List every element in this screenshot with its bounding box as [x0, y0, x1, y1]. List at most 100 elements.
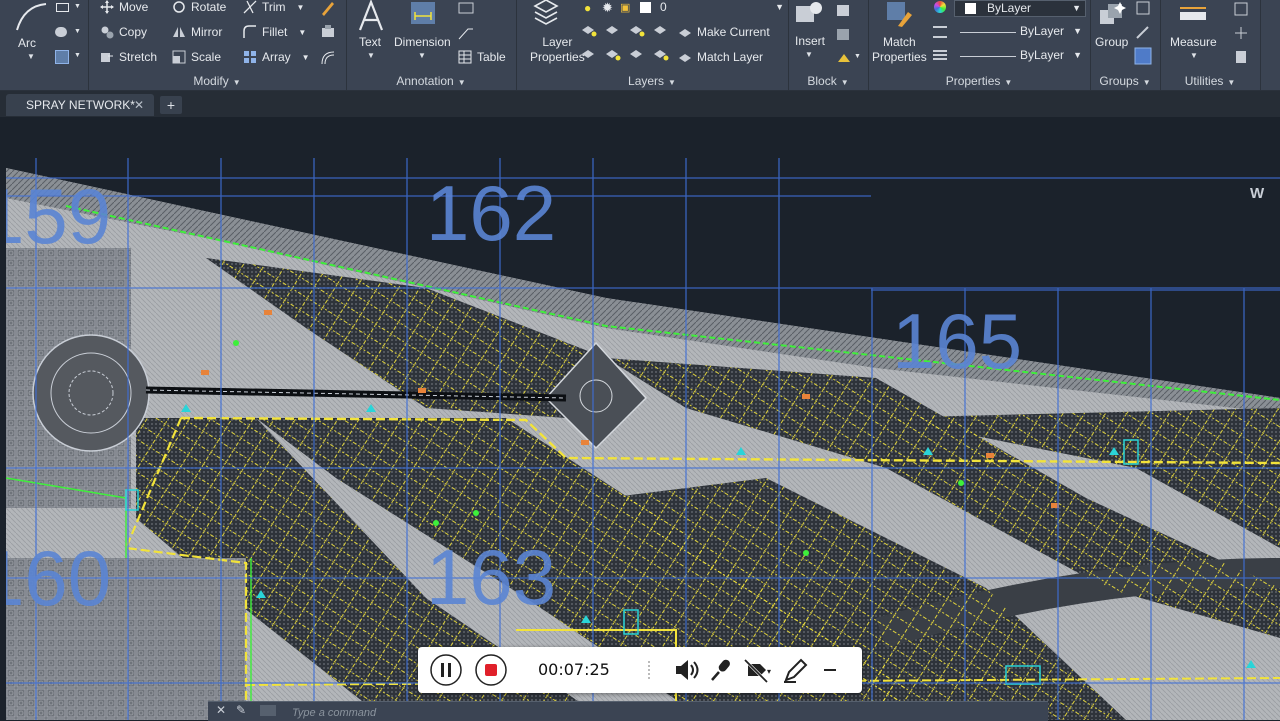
measure-button[interactable]: Measure — [1170, 35, 1217, 50]
calculator-icon[interactable] — [1234, 50, 1248, 64]
groups-panel-title[interactable]: Groups ▼ — [1090, 74, 1160, 88]
leader-icon[interactable] — [458, 2, 474, 16]
hatch-icon[interactable] — [55, 27, 67, 37]
offset-icon[interactable] — [320, 50, 336, 66]
make-current-button[interactable]: Make Current — [678, 25, 770, 39]
ungroup-icon[interactable] — [1136, 1, 1150, 15]
multileader-icon[interactable] — [458, 26, 474, 40]
move-icon — [100, 0, 114, 14]
minimize-icon[interactable] — [814, 654, 846, 686]
trim-button[interactable]: Trim ▼ — [243, 0, 304, 14]
lineweight-dropdown[interactable]: ByLayer ▼ — [954, 48, 1086, 65]
wrench-icon[interactable]: ✎ — [236, 703, 246, 717]
annotation-panel-title[interactable]: Annotation ▼ — [346, 74, 516, 88]
text-icon[interactable] — [357, 0, 385, 32]
cad-drawing[interactable]: 159 162 165 160 163 W — [6, 118, 1280, 720]
recording-timer: 00:07:25 — [538, 660, 610, 679]
chevron-down-icon[interactable]: ▼ — [1190, 51, 1198, 60]
viewcube-west[interactable]: W — [1250, 185, 1265, 202]
modify-panel-title[interactable]: Modify ▼ — [88, 74, 346, 88]
edit-block-icon[interactable] — [836, 26, 852, 42]
speaker-icon[interactable] — [670, 654, 702, 686]
lineweight-icon[interactable] — [933, 50, 947, 62]
erase-icon[interactable] — [320, 0, 336, 16]
group-icon[interactable] — [1098, 0, 1128, 30]
stretch-button[interactable]: Stretch — [100, 50, 157, 64]
command-line[interactable]: ✕ ✎ — [208, 701, 1048, 721]
annotation-panel: Text ▼ Dimension ▼ Table Annotation ▼ — [346, 0, 517, 90]
insert-button[interactable]: Insert — [795, 34, 825, 49]
fillet-button[interactable]: Fillet ▼ — [243, 25, 306, 39]
chevron-down-icon[interactable]: ▼ — [805, 50, 813, 59]
pen-icon[interactable] — [780, 654, 812, 686]
close-icon[interactable]: ✕ — [134, 94, 144, 116]
table-button[interactable]: Table — [458, 50, 506, 64]
new-tab-button[interactable]: + — [160, 96, 182, 114]
match-properties-button[interactable]: Match Properties — [872, 35, 927, 65]
copy-button[interactable]: Copy — [100, 25, 147, 39]
chevron-down-icon: ▼ — [1072, 3, 1081, 13]
group-edit-icon[interactable] — [1136, 25, 1150, 39]
chevron-down-icon: ▼ — [1073, 26, 1082, 36]
arc-button[interactable]: Arc — [18, 36, 36, 51]
grid-label-162: 162 — [426, 169, 556, 257]
point-icon[interactable] — [1234, 26, 1248, 40]
clipboard-panel-edge[interactable] — [1260, 0, 1280, 90]
rotate-icon — [173, 1, 185, 13]
color-wheel-icon[interactable] — [934, 1, 946, 13]
pause-button[interactable] — [430, 654, 462, 686]
mirror-button[interactable]: Mirror — [172, 25, 222, 39]
layer-dropdown[interactable]: 0 ▼ — [578, 0, 788, 17]
ribbon: Arc ▼ ▼ ▼ ▼ Move Rotate Trim ▼ Copy Mirro… — [0, 0, 1280, 91]
region-icon[interactable] — [55, 50, 69, 64]
dimension-button[interactable]: Dimension — [394, 35, 451, 50]
group-selection-icon[interactable] — [1134, 47, 1152, 65]
create-block-icon[interactable] — [836, 2, 852, 18]
dimension-icon[interactable] — [409, 0, 437, 28]
attribute-icon[interactable] — [836, 50, 852, 66]
tab-spray-network[interactable]: SPRAY NETWORK* ✕ — [6, 94, 154, 116]
quick-select-icon[interactable] — [1234, 2, 1248, 16]
linetype-dropdown[interactable]: ByLayer ▼ — [954, 24, 1086, 41]
properties-panel-title[interactable]: Properties ▼ — [868, 74, 1090, 88]
explode-icon[interactable] — [320, 24, 336, 40]
stop-button[interactable] — [475, 654, 507, 686]
chevron-down-icon[interactable]: ▼ — [418, 51, 426, 60]
utilities-panel-title[interactable]: Utilities ▼ — [1160, 74, 1260, 88]
measure-icon[interactable] — [1178, 2, 1208, 28]
group-button[interactable]: Group — [1095, 35, 1128, 50]
block-panel-title[interactable]: Block ▼ — [788, 74, 868, 88]
trim-icon — [243, 0, 257, 14]
microphone-icon[interactable] — [704, 654, 736, 686]
table-icon — [458, 50, 472, 64]
linetype-icon[interactable] — [933, 26, 947, 38]
match-properties-icon[interactable] — [884, 0, 914, 28]
webcam-off-icon[interactable]: ▾ — [740, 654, 772, 686]
chevron-down-icon[interactable]: ▼ — [27, 52, 35, 61]
drawing-canvas[interactable]: 159 162 165 160 163 W — [6, 118, 1280, 720]
insert-icon[interactable] — [794, 0, 824, 28]
layer-properties-button[interactable]: Layer Properties — [530, 35, 585, 65]
rotate-button[interactable]: Rotate — [172, 0, 226, 14]
command-input[interactable] — [290, 704, 894, 721]
command-prompt-icon[interactable] — [260, 705, 276, 716]
array-button[interactable]: Array ▼ — [243, 50, 310, 64]
layer-tools-icons[interactable] — [580, 24, 680, 66]
move-button[interactable]: Move — [100, 0, 148, 14]
match-layer-button[interactable]: Match Layer — [678, 50, 763, 64]
modify-panel: Move Rotate Trim ▼ Copy Mirror Fillet ▼ St… — [88, 0, 347, 90]
chevron-down-icon[interactable]: ▼ — [367, 51, 375, 60]
lineweight-sample — [960, 56, 1016, 57]
scale-button[interactable]: Scale — [172, 50, 221, 64]
make-current-icon — [679, 29, 691, 37]
grid-label-163: 163 — [426, 533, 556, 621]
grid-label-165: 165 — [892, 297, 1022, 385]
close-icon[interactable]: ✕ — [216, 703, 226, 717]
text-button[interactable]: Text — [359, 35, 381, 50]
layers-panel-title[interactable]: Layers ▼ — [516, 74, 788, 88]
arc-icon[interactable] — [14, 2, 48, 32]
drag-handle[interactable] — [648, 661, 654, 679]
color-dropdown[interactable]: ByLayer ▼ — [954, 0, 1086, 17]
rectangle-icon[interactable] — [56, 3, 69, 12]
layer-properties-icon[interactable] — [532, 0, 560, 28]
